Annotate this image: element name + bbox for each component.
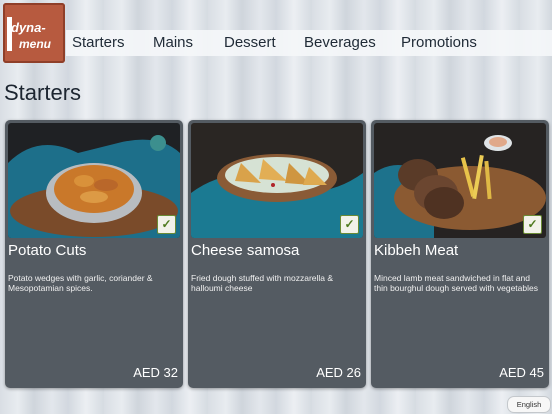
dish-price: AED 45 [499, 365, 544, 380]
dish-photo: ✓ [374, 123, 546, 238]
menu-card-potato-cuts[interactable]: ✓ Potato Cuts Potato wedges with garlic,… [5, 120, 183, 388]
logo-text-line2: menu [19, 37, 52, 51]
dish-name: Potato Cuts [8, 242, 87, 259]
category-nav: Starters Mains Dessert Beverages Promoti… [66, 30, 552, 56]
vegetarian-leaf-icon: ✓ [340, 215, 359, 234]
logo-text-line1: dyna- [11, 20, 46, 35]
nav-item-promotions[interactable]: Promotions [401, 34, 477, 51]
nav-item-starters[interactable]: Starters [72, 34, 125, 51]
dish-description: Minced lamb meat sandwiched in flat and … [374, 273, 538, 293]
dish-price: AED 32 [133, 365, 178, 380]
dynamenu-logo[interactable]: dyna- menu [3, 3, 65, 63]
vegetarian-leaf-icon: ✓ [157, 215, 176, 234]
top-bar: dyna- menu Starters Mains Dessert Bevera… [0, 0, 552, 66]
dish-description: Potato wedges with garlic, coriander & M… [8, 273, 153, 293]
dish-name: Kibbeh Meat [374, 242, 459, 259]
vegetarian-leaf-icon: ✓ [523, 215, 542, 234]
dish-photo: ✓ [8, 123, 180, 238]
nav-item-beverages[interactable]: Beverages [304, 34, 376, 51]
nav-item-mains[interactable]: Mains [153, 34, 193, 51]
dish-price: AED 26 [316, 365, 361, 380]
nav-item-dessert[interactable]: Dessert [224, 34, 276, 51]
page-title: Starters [4, 80, 82, 105]
menu-card-cheese-samosa[interactable]: ✓ Cheese samosa Fried dough stuffed with… [188, 120, 366, 388]
dish-description: Fried dough stuffed with mozzarella & ha… [191, 273, 334, 293]
menu-card-kibbeh-meat[interactable]: ✓ Kibbeh Meat Minced lamb meat sandwiche… [371, 120, 549, 388]
dish-photo: ✓ [191, 123, 363, 238]
language-button[interactable]: English [507, 396, 551, 413]
dish-name: Cheese samosa [191, 242, 300, 259]
